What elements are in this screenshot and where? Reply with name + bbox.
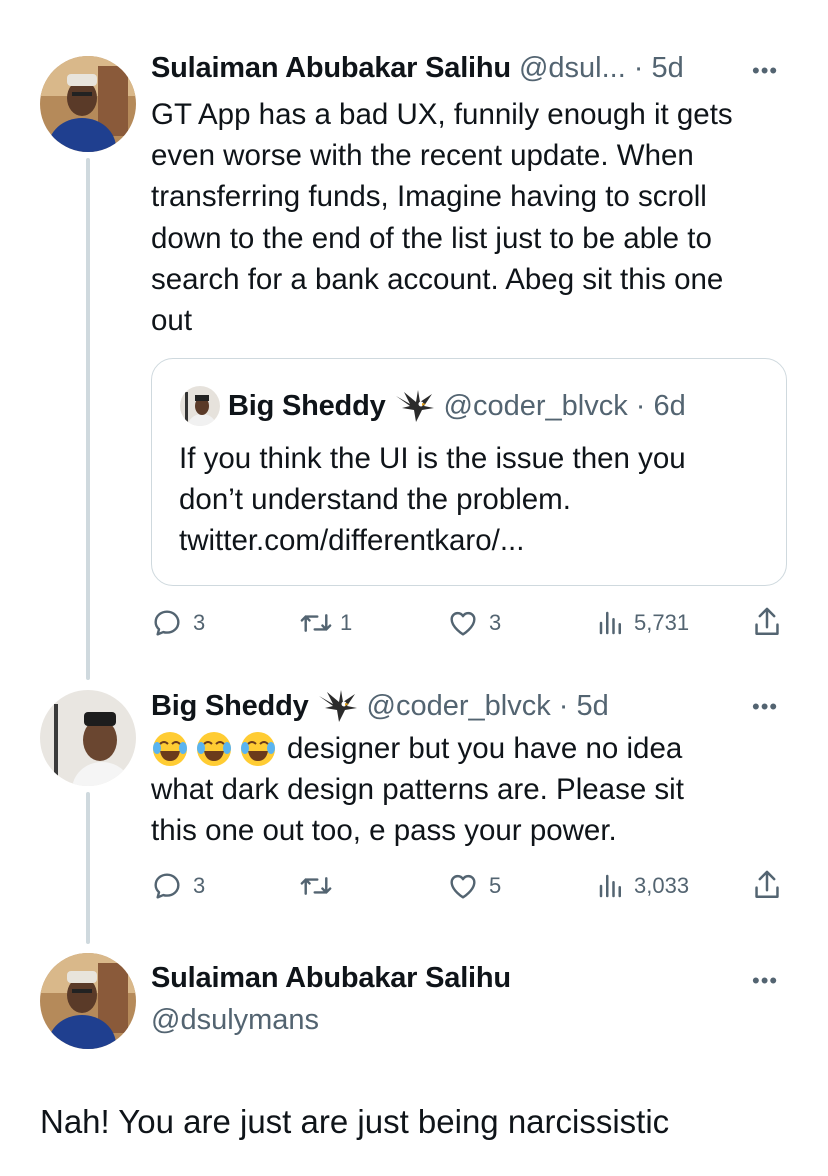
tweet1-like-count: 3: [489, 610, 502, 635]
tweet1-reply-button[interactable]: 3: [151, 607, 205, 639]
tweet1-share-button[interactable]: [751, 605, 783, 639]
share-icon: [755, 607, 779, 636]
tweet2-more-icon[interactable]: •••: [752, 694, 778, 720]
eagle-icon: [394, 388, 436, 424]
tweet1-text: GT App has a bad UX, funnily enough it g…: [151, 94, 733, 341]
tweet3-more-icon[interactable]: •••: [752, 968, 778, 994]
tweet1-like-button[interactable]: 3: [447, 607, 501, 639]
tweet1-line: even worse with the recent update. When: [151, 139, 694, 173]
heart-icon: [450, 874, 476, 899]
tweet1-line: GT App has a bad UX, funnily enough it g…: [151, 98, 733, 131]
avatar-big-sheddy[interactable]: [40, 690, 136, 786]
tweet1-line: out: [151, 304, 193, 338]
thread-line-2: [86, 792, 90, 944]
tweet2-reply-button[interactable]: 3: [151, 870, 205, 902]
retweet-icon: [300, 877, 332, 895]
quote-text: If you think the UI is the issue then yo…: [179, 438, 686, 562]
tweet2-first-line-text: designer but you have no idea: [287, 732, 683, 765]
quote-avatar-image: [180, 386, 220, 426]
tweet1-views-count: 5,731: [634, 610, 690, 635]
tweet1-line: transferring funds, Imagine having to sc…: [151, 180, 707, 214]
views-icon: [599, 611, 621, 635]
heart-icon: [450, 611, 476, 636]
retweet-icon: [300, 614, 332, 632]
reply-icon: [154, 610, 180, 636]
tweet1-line: search for a bank account. Abeg sit this…: [151, 262, 724, 296]
tweet3-handle[interactable]: @dsulymans: [151, 1004, 319, 1037]
tweet2-line: what dark design patterns are. Please si…: [151, 773, 684, 807]
tweet1-author-name[interactable]: Sulaiman Abubakar Salihu: [151, 52, 511, 85]
tweet2-author-name[interactable]: Big Sheddy: [151, 690, 309, 723]
tweet2-like-button[interactable]: 5: [447, 870, 501, 902]
share-icon: [755, 870, 779, 899]
avatar-big-sheddy-image: [40, 690, 136, 786]
avatar-sulaiman[interactable]: [40, 953, 136, 1049]
tweet3-text: Nah! You are just are just being narciss…: [40, 1103, 670, 1140]
quote-avatar: [180, 386, 220, 426]
tweet1-views-button[interactable]: 5,731: [596, 607, 689, 639]
tweet2-share-button[interactable]: [751, 868, 783, 902]
tweet1-line: down to the end of the list just to be a…: [151, 221, 712, 255]
tweet2-first-line: designer but you have no idea: [151, 728, 684, 769]
tweet3-author-name[interactable]: Sulaiman Abubakar Salihu: [151, 962, 511, 995]
tweet1-reply-count: 3: [193, 610, 206, 635]
eagle-icon: [317, 688, 359, 724]
tweet1-more-icon[interactable]: •••: [752, 58, 778, 84]
avatar-sulaiman-image: [40, 953, 136, 1049]
tweet2-line: this one out too, e pass your power.: [151, 814, 617, 848]
tweet2-reply-count: 3: [193, 873, 206, 898]
tweet2-views-button[interactable]: 3,033: [596, 870, 689, 902]
quote-line: don’t understand the problem.: [179, 483, 571, 517]
thread-line-1: [86, 158, 90, 680]
quote-handle-time: @coder_blvck · 6d: [443, 389, 686, 422]
tweet1-retweet-button[interactable]: 1: [298, 607, 352, 639]
tweet1-retweet-count: 1: [340, 610, 353, 635]
tweet2-like-count: 5: [489, 873, 502, 898]
laughing-emoji-icons: [151, 730, 277, 768]
avatar-sulaiman[interactable]: [40, 56, 136, 152]
tweet2-retweet-button[interactable]: [298, 870, 334, 902]
quote-line: If you think the UI is the issue then yo…: [179, 442, 686, 475]
tweet2-views-count: 3,033: [634, 873, 690, 898]
quote-author-name: Big Sheddy: [228, 389, 386, 422]
tweet2-handle-time[interactable]: @coder_blvck · 5d: [367, 690, 609, 723]
views-icon: [599, 874, 621, 898]
tweet1-handle-time[interactable]: @dsul... · 5d: [519, 52, 684, 85]
quote-line-link[interactable]: twitter.com/differentkaro/...: [179, 520, 686, 561]
avatar-sulaiman-image: [40, 56, 136, 152]
reply-icon: [154, 873, 180, 899]
